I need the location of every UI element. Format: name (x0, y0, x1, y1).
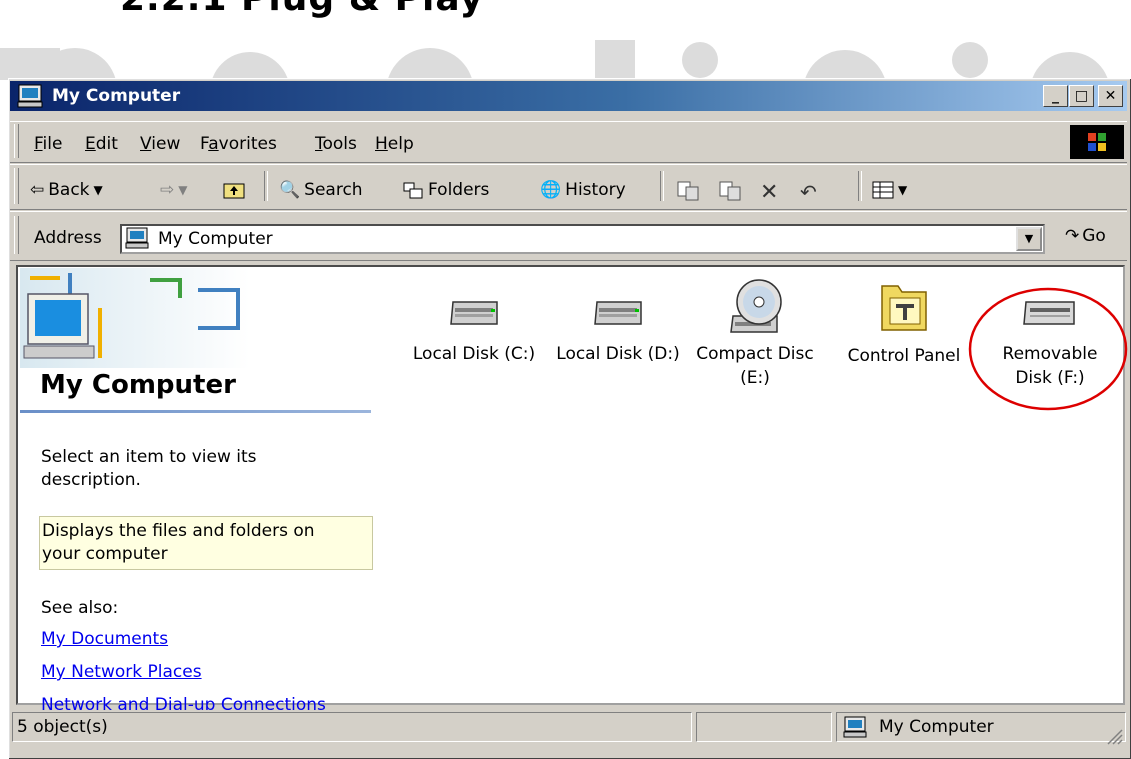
hard-drive-icon (594, 301, 642, 325)
item-label: Local Disk (C:) (412, 344, 536, 364)
undo-icon: ↶ (800, 180, 817, 204)
forward-arrow-icon: ⇨ (160, 180, 175, 200)
forward-button[interactable]: ⇨ ▼ (160, 180, 187, 200)
item-control-panel[interactable]: Control Panel (834, 278, 974, 368)
item-local-disk-d[interactable]: Local Disk (D:) (548, 296, 688, 366)
menu-tools[interactable]: Tools (315, 134, 357, 154)
status-zone: My Computer (836, 712, 1126, 742)
history-button[interactable]: 🌐 History (540, 180, 626, 200)
status-computer-icon (843, 716, 867, 738)
undo-button[interactable]: ↶ (800, 180, 817, 204)
windows-logo-icon (1070, 125, 1124, 159)
search-button[interactable]: 🔍 Search (279, 180, 363, 200)
go-arrow-icon: ↷ (1065, 226, 1080, 246)
delete-button[interactable]: ✕ (760, 180, 778, 205)
views-icon (872, 181, 894, 199)
address-value: My Computer (158, 229, 273, 249)
move-to-icon (677, 181, 699, 201)
link-my-documents[interactable]: My Documents (41, 629, 168, 649)
menu-grip[interactable] (14, 124, 19, 158)
menu-help[interactable]: Help (375, 134, 414, 154)
go-button[interactable]: ↷ Go (1065, 226, 1106, 246)
cd-drive-icon (730, 279, 782, 333)
maximize-button[interactable]: □ (1069, 85, 1094, 107)
slide-heading: 2.2.1 Plug & Play (120, 0, 484, 19)
menu-edit[interactable]: Edit (85, 134, 118, 154)
item-label: (E:) (740, 368, 770, 388)
back-arrow-icon: ⇦ (30, 180, 45, 200)
control-panel-icon (881, 285, 927, 331)
toolbar-grip[interactable] (14, 168, 19, 204)
resize-grip-icon[interactable] (1104, 726, 1124, 746)
folders-icon (403, 182, 423, 199)
back-button[interactable]: ⇦ Back ▼ (30, 180, 103, 200)
address-grip[interactable] (14, 216, 19, 254)
search-icon: 🔍 (279, 180, 301, 200)
copy-to-icon (719, 181, 741, 201)
delete-icon: ✕ (760, 180, 779, 205)
menu-favorites[interactable]: Favorites (200, 134, 277, 154)
folders-button[interactable]: Folders (402, 180, 489, 200)
up-folder-button[interactable] (222, 180, 246, 200)
toolbar-separator (858, 171, 862, 201)
status-object-count: 5 object(s) (12, 712, 692, 742)
toolbar-separator (264, 171, 268, 201)
close-button[interactable]: ✕ (1098, 85, 1123, 107)
my-computer-banner-icon (20, 268, 250, 368)
address-computer-icon (125, 227, 149, 249)
toolbar-separator (660, 171, 664, 201)
minimize-button[interactable]: _ (1043, 85, 1068, 107)
up-folder-icon (223, 183, 245, 199)
watermark-graphic (0, 40, 1109, 80)
item-compact-disc-e[interactable]: Compact Disc (E:) (690, 276, 820, 390)
menu-file[interactable]: File (34, 134, 62, 154)
left-panel-title: My Computer (40, 370, 236, 400)
menu-view[interactable]: View (140, 134, 180, 154)
my-computer-icon (17, 84, 43, 108)
forward-dropdown-icon: ▼ (178, 183, 188, 197)
window-title: My Computer (52, 86, 181, 106)
highlight-circle (968, 287, 1128, 411)
back-dropdown-icon: ▼ (93, 183, 103, 197)
link-my-network-places[interactable]: My Network Places (41, 662, 202, 682)
hard-drive-icon (450, 301, 498, 325)
left-panel-divider (20, 410, 371, 413)
see-also-label: See also: (41, 598, 119, 618)
item-label: Control Panel (847, 346, 961, 366)
selection-prompt: Select an item to view its description. (41, 447, 257, 490)
item-label: Compact Disc (696, 344, 814, 364)
views-button[interactable]: ▼ (872, 180, 907, 200)
item-label: Local Disk (D:) (556, 344, 680, 364)
item-local-disk-c[interactable]: Local Disk (C:) (404, 296, 544, 366)
views-dropdown-icon: ▼ (898, 183, 908, 197)
address-label: Address (34, 228, 102, 248)
history-icon: 🌐 (540, 180, 562, 200)
move-to-button[interactable] (676, 180, 700, 202)
status-empty-panel (696, 712, 832, 742)
description-text: Displays the files and folders on your c… (42, 521, 315, 564)
address-dropdown-button[interactable]: ▼ (1016, 227, 1042, 251)
copy-to-button[interactable] (718, 180, 742, 202)
